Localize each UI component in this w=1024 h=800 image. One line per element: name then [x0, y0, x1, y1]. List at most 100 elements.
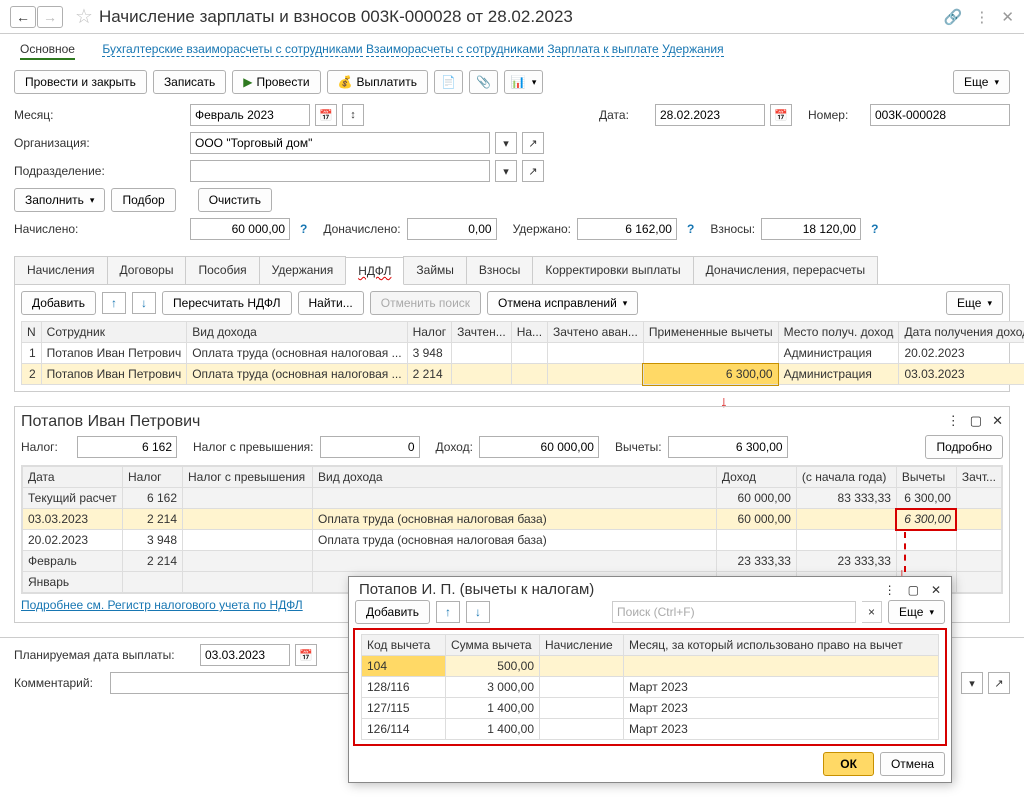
section-accounting-link[interactable]: Бухгалтерские взаиморасчеты с сотрудника…	[102, 42, 362, 57]
deduct-more-button[interactable]: Еще▾	[888, 600, 945, 624]
select-button[interactable]: Подбор	[111, 188, 175, 212]
dcol-type[interactable]: Вид дохода	[313, 467, 717, 488]
nav-back-button[interactable]: ←	[10, 6, 36, 28]
dept-open-icon[interactable]: ↗	[522, 160, 544, 182]
col-employee[interactable]: Сотрудник	[41, 322, 187, 343]
close-window-icon[interactable]: ✕	[1001, 8, 1014, 26]
deduct-up-button[interactable]: ↑	[436, 601, 460, 623]
table-row[interactable]: 126/1141 400,00Март 2023	[362, 719, 939, 740]
comment-dropdown-icon[interactable]: ▾	[961, 672, 983, 694]
dcol-excess[interactable]: Налог с превышения	[183, 467, 313, 488]
tab-ndfl[interactable]: НДФЛ	[345, 257, 404, 285]
col-na[interactable]: На...	[511, 322, 547, 343]
section-settlements-link[interactable]: Взаиморасчеты с сотрудниками	[366, 42, 544, 57]
move-down-button[interactable]: ↓	[132, 292, 156, 314]
withheld-field[interactable]	[577, 218, 677, 240]
table-row[interactable]: 2Потапов Иван ПетровичОплата труда (осно…	[22, 364, 1024, 385]
col-n[interactable]: N	[22, 322, 42, 343]
detail-table[interactable]: Дата Налог Налог с превышения Вид дохода…	[22, 466, 1002, 593]
tab-withholdings[interactable]: Удержания	[259, 256, 347, 284]
tab-contracts[interactable]: Договоры	[107, 256, 187, 284]
fill-button[interactable]: Заполнить▾	[14, 188, 105, 212]
plan-date-calendar-icon[interactable]: 📅	[295, 644, 317, 666]
org-open-icon[interactable]: ↗	[522, 132, 544, 154]
table-row[interactable]: 104500,00	[362, 656, 939, 677]
tab-benefits[interactable]: Пособия	[185, 256, 259, 284]
extra-field[interactable]	[407, 218, 497, 240]
deduct-add-button[interactable]: Добавить	[355, 600, 430, 624]
report-button[interactable]: 📊▾	[504, 70, 543, 94]
pay-button[interactable]: 💰Выплатить	[327, 70, 428, 94]
ndfl-table[interactable]: N Сотрудник Вид дохода Налог Зачтен... Н…	[21, 321, 1024, 385]
favorite-star-icon[interactable]: ☆	[75, 4, 93, 29]
recalc-ndfl-button[interactable]: Пересчитать НДФЛ	[162, 291, 291, 315]
comment-open-icon[interactable]: ↗	[988, 672, 1010, 694]
table-row[interactable]: Февраль2 21423 333,3323 333,33	[23, 551, 1002, 572]
section-main[interactable]: Основное	[20, 42, 75, 60]
ndfl-more-button[interactable]: Еще▾	[946, 291, 1003, 315]
detail-income-field[interactable]	[479, 436, 599, 458]
cancel-fix-button[interactable]: Отмена исправлений▾	[487, 291, 638, 315]
month-field[interactable]	[190, 104, 310, 126]
table-row[interactable]: 127/1151 400,00Март 2023	[362, 698, 939, 719]
col-credited[interactable]: Зачтен...	[452, 322, 512, 343]
nav-forward-button[interactable]: →	[37, 6, 63, 28]
panel-maximize-icon[interactable]: ▢	[970, 413, 982, 429]
table-row[interactable]: Текущий расчет6 16260 000,0083 333,336 3…	[23, 488, 1002, 509]
fcol-accrual[interactable]: Начисление	[540, 635, 624, 656]
org-dropdown-icon[interactable]: ▾	[495, 132, 517, 154]
table-row[interactable]: 20.02.20233 948Оплата труда (основная на…	[23, 530, 1002, 551]
float-maximize-icon[interactable]: ▢	[908, 583, 919, 597]
contrib-help-icon[interactable]: ?	[871, 222, 878, 236]
month-stepper-icon[interactable]: ↕	[342, 104, 364, 126]
dcol-tax[interactable]: Налог	[123, 467, 183, 488]
deductions-table[interactable]: Код вычета Сумма вычета Начисление Месяц…	[361, 634, 939, 740]
number-field[interactable]	[870, 104, 1010, 126]
col-credited-adv[interactable]: Зачтено аван...	[548, 322, 644, 343]
table-row[interactable]: 128/1163 000,00Март 2023	[362, 677, 939, 698]
fcol-month[interactable]: Месяц, за который использовано право на …	[624, 635, 939, 656]
dcol-date[interactable]: Дата	[23, 467, 123, 488]
contrib-field[interactable]	[761, 218, 861, 240]
date-calendar-icon[interactable]: 📅	[770, 104, 792, 126]
section-withholdings-link[interactable]: Удержания	[662, 42, 724, 57]
clear-button[interactable]: Очистить	[198, 188, 272, 212]
detail-more-button[interactable]: Подробно	[925, 435, 1003, 459]
more-button[interactable]: Еще▾	[953, 70, 1010, 94]
detail-excess-field[interactable]	[320, 436, 420, 458]
float-close-icon[interactable]: ✕	[931, 583, 941, 597]
find-button[interactable]: Найти...	[298, 291, 364, 315]
deduct-search-clear-icon[interactable]: ×	[862, 601, 882, 623]
org-field[interactable]	[190, 132, 490, 154]
tab-recalc[interactable]: Доначисления, перерасчеты	[693, 256, 878, 284]
col-tax[interactable]: Налог	[407, 322, 452, 343]
tab-corrections[interactable]: Корректировки выплаты	[532, 256, 693, 284]
col-income-date[interactable]: Дата получения дохода	[899, 322, 1024, 343]
post-and-close-button[interactable]: Провести и закрыть	[14, 70, 147, 94]
col-income-type[interactable]: Вид дохода	[187, 322, 407, 343]
ok-button[interactable]: ОК	[823, 752, 874, 776]
dept-dropdown-icon[interactable]: ▾	[495, 160, 517, 182]
dcol-ytd[interactable]: (с начала года)	[796, 467, 896, 488]
dcol-income[interactable]: Доход	[716, 467, 796, 488]
table-row[interactable]: 03.03.20232 214Оплата труда (основная на…	[23, 509, 1002, 530]
col-applied-deduct[interactable]: Примененные вычеты	[643, 322, 778, 343]
detail-tax-field[interactable]	[77, 436, 177, 458]
date-field[interactable]	[655, 104, 765, 126]
deduct-down-button[interactable]: ↓	[466, 601, 490, 623]
plan-date-field[interactable]	[200, 644, 290, 666]
fcol-sum[interactable]: Сумма вычета	[446, 635, 540, 656]
detail-deduct-field[interactable]	[668, 436, 788, 458]
fcol-code[interactable]: Код вычета	[362, 635, 446, 656]
tab-loans[interactable]: Займы	[403, 256, 467, 284]
move-up-button[interactable]: ↑	[102, 292, 126, 314]
float-more-icon[interactable]: ⋮	[884, 583, 896, 597]
cancel-button[interactable]: Отмена	[880, 752, 945, 776]
post-button[interactable]: ▶Провести	[232, 70, 320, 94]
accrued-field[interactable]	[190, 218, 290, 240]
deduct-search-input[interactable]: Поиск (Ctrl+F)	[612, 601, 856, 623]
accrued-help-icon[interactable]: ?	[300, 222, 307, 236]
section-salary-pay-link[interactable]: Зарплата к выплате	[547, 42, 658, 57]
tax-register-link[interactable]: Подробнее см. Регистр налогового учета п…	[21, 598, 303, 612]
attachment-button[interactable]: 📎	[469, 70, 498, 94]
